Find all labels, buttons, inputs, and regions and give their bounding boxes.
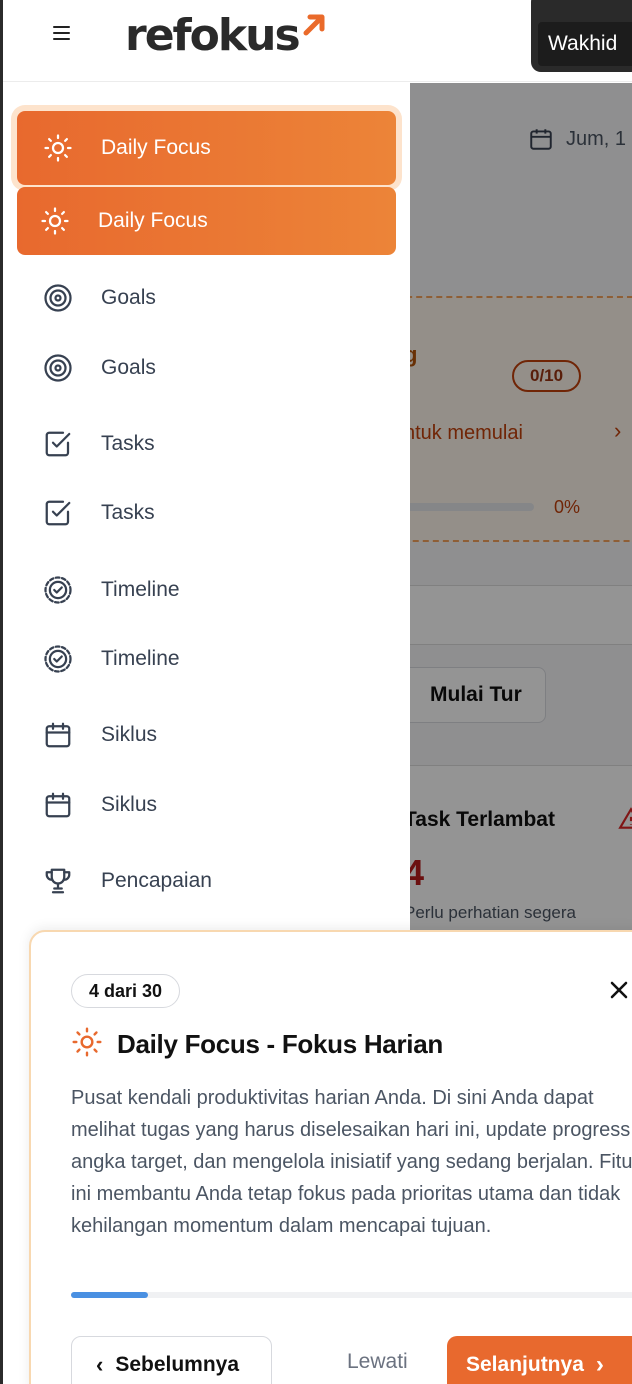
- sidebar-item-label: Goals: [101, 286, 156, 309]
- trophy-icon: [42, 865, 74, 897]
- tour-description: Pusat kendali produktivitas harian Anda.…: [71, 1087, 632, 1237]
- sidebar-item-label: Pencapaian: [101, 869, 212, 892]
- sidebar: Daily Focus Daily Focus Goals Goals Task…: [3, 83, 410, 933]
- tour-progress-fill: [71, 1292, 149, 1298]
- tour-title: Daily Focus - Fokus Harian: [117, 1029, 443, 1059]
- logo-text: refokus: [125, 10, 301, 61]
- sun-icon: [71, 1026, 103, 1063]
- step-counter-badge: 4 dari 30: [71, 974, 181, 1008]
- sun-icon: [39, 205, 71, 237]
- sidebar-item-label: Siklus: [101, 793, 158, 816]
- badge-check-icon: [42, 574, 74, 606]
- sidebar-item-label: Timeline: [101, 647, 180, 670]
- calendar-icon: [42, 789, 74, 821]
- tour-popover: 4 dari 30 Daily Focus - Fokus Harian Pus…: [29, 930, 632, 1384]
- sidebar-item-timeline[interactable]: Timeline: [17, 625, 396, 693]
- sidebar-item-label: Tasks: [101, 501, 155, 524]
- chevron-right-icon: ›: [595, 1351, 604, 1378]
- sidebar-item-siklus[interactable]: Siklus: [17, 771, 396, 839]
- tour-progress-bar: [71, 1292, 632, 1298]
- target-icon: [42, 352, 74, 384]
- badge-check-icon: [42, 643, 74, 675]
- checkbox-icon: [42, 428, 74, 460]
- sidebar-item-label: Timeline: [101, 578, 180, 601]
- sidebar-item-label: Siklus: [101, 723, 158, 746]
- hamburger-menu-icon[interactable]: [50, 22, 74, 44]
- calendar-icon: [42, 719, 74, 751]
- chevron-left-icon: ‹: [96, 1352, 104, 1377]
- logo-arrow-icon: [303, 14, 325, 36]
- sidebar-item-tasks[interactable]: Tasks: [17, 479, 396, 547]
- sidebar-item-daily-focus[interactable]: Daily Focus: [17, 111, 396, 185]
- sidebar-item-label: Daily Focus: [98, 209, 208, 232]
- sidebar-item-label: Goals: [101, 356, 156, 379]
- sidebar-item-goals[interactable]: Goals: [17, 264, 396, 332]
- sidebar-item-siklus[interactable]: Siklus: [17, 701, 396, 769]
- sidebar-item-label: Tasks: [101, 432, 155, 455]
- sidebar-item-pencapaian[interactable]: Pencapaian: [17, 847, 396, 915]
- sidebar-item-goals[interactable]: Goals: [17, 334, 396, 402]
- target-icon: [42, 282, 74, 314]
- sidebar-item-label: Daily Focus: [101, 136, 211, 159]
- user-name[interactable]: Wakhid: [538, 22, 632, 66]
- sidebar-item-daily-focus[interactable]: Daily Focus: [17, 187, 396, 255]
- previous-button[interactable]: ‹ Sebelumnya: [71, 1336, 272, 1384]
- sun-icon: [42, 132, 74, 164]
- next-label: Selanjutnya: [466, 1353, 584, 1376]
- skip-button[interactable]: Lewati: [347, 1350, 408, 1374]
- checkbox-icon: [42, 497, 74, 529]
- window-edge: [0, 0, 3, 1384]
- app-logo[interactable]: refokus: [125, 6, 327, 66]
- sidebar-item-tasks[interactable]: Tasks: [17, 410, 396, 478]
- previous-label: Sebelumnya: [115, 1353, 240, 1376]
- sidebar-item-timeline[interactable]: Timeline: [17, 556, 396, 624]
- close-icon[interactable]: [605, 976, 632, 1004]
- next-button[interactable]: Selanjutnya ›: [447, 1336, 632, 1384]
- tour-title-row: Daily Focus - Fokus Harian: [71, 1026, 443, 1063]
